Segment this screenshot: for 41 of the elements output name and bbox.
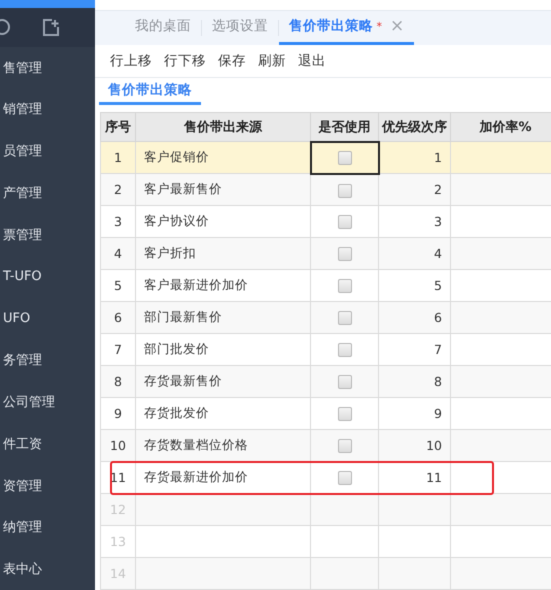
toolbar-button[interactable]: 行上移 [108,52,154,70]
add-window-icon[interactable] [42,18,60,37]
sidebar-item[interactable]: 员管理 [0,130,95,172]
checkbox[interactable] [338,407,352,422]
sidebar-item[interactable]: 售管理 [0,46,95,88]
column-header: 售价带出来源 [136,112,310,142]
tab[interactable]: 售价带出策略 * × [279,10,414,45]
table-cell: 10 [100,430,136,462]
sidebar-item[interactable]: 公司管理 [0,381,95,423]
sidebar-item[interactable]: 纳管理 [0,506,95,548]
checkbox[interactable] [338,343,352,358]
checkbox[interactable] [338,247,352,262]
column-header: 优先级次序 [378,112,450,142]
sidebar-item[interactable]: 票管理 [0,214,95,256]
toolbar-button[interactable]: 刷新 [256,52,288,70]
toolbar-button[interactable]: 保存 [216,52,248,70]
sidebar-item[interactable]: UFO [0,297,95,340]
column-header: 加价率% [450,112,551,142]
checkbox[interactable] [338,279,352,294]
sidebar-item[interactable]: 产管理 [0,172,95,214]
tab-label: 售价带出策略 * [289,17,382,36]
toolbar-button[interactable]: 退出 [296,52,328,70]
checkbox[interactable] [338,184,352,198]
checkbox[interactable] [338,375,352,390]
sidebar-item[interactable]: 资管理 [0,464,95,506]
checkbox[interactable] [338,215,352,230]
checkbox[interactable] [338,311,352,326]
tab-label: 我的桌面 [135,17,191,36]
sidebar-item[interactable]: 表中心 [0,548,95,590]
column-header: 序号 [100,112,136,142]
checkbox[interactable] [338,439,352,454]
sidebar-item[interactable]: 务管理 [0,339,95,382]
checkbox[interactable] [338,471,352,486]
checkbox[interactable] [338,151,352,166]
tab[interactable]: 售价带出策略 [99,78,201,104]
toolbar-button[interactable]: 行下移 [162,52,208,70]
sidebar-item[interactable]: T-UFO [0,256,95,298]
sidebar-item[interactable]: 件工资 [0,422,95,465]
tab-label: 选项设置 [212,17,268,36]
column-header: 是否使用 [310,112,378,142]
sidebar-item[interactable]: 销管理 [0,88,95,130]
